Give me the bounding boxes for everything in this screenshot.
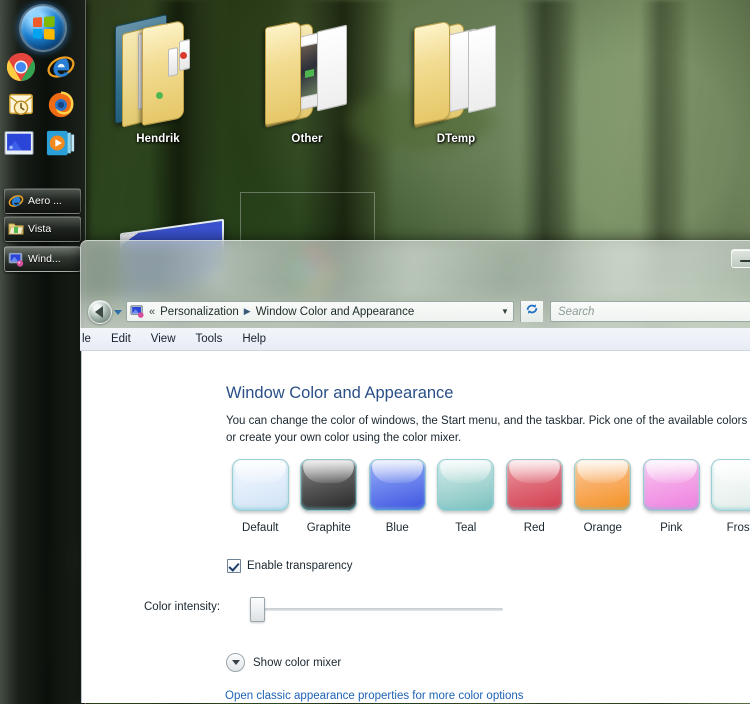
refresh-icon <box>525 302 539 321</box>
swatch-chip[interactable] <box>505 459 563 511</box>
enable-transparency-checkbox[interactable] <box>227 559 241 573</box>
color-swatch-default[interactable]: Default <box>226 459 295 534</box>
start-button[interactable] <box>21 6 65 50</box>
windows-media-player-icon[interactable] <box>46 128 76 158</box>
color-swatch-graphite[interactable]: Graphite <box>295 459 364 534</box>
titlebar-glass-reflection <box>82 242 750 298</box>
enable-transparency-label: Enable transparency <box>247 560 353 572</box>
search-input[interactable]: Search <box>550 301 750 322</box>
minimize-button[interactable] <box>731 249 750 268</box>
color-intensity-slider-track[interactable] <box>259 608 503 611</box>
classic-appearance-link[interactable]: Open classic appearance properties for m… <box>225 690 524 702</box>
color-swatch-blue[interactable]: Blue <box>363 459 432 534</box>
folder-icon <box>252 8 362 133</box>
color-swatch-red[interactable]: Red <box>500 459 569 534</box>
folder-icon <box>401 8 511 133</box>
menu-tools[interactable]: Tools <box>186 328 233 351</box>
breadcrumb-overflow-icon[interactable]: « <box>149 306 155 318</box>
search-placeholder: Search <box>558 305 595 318</box>
swatch-chip[interactable] <box>437 459 495 511</box>
address-bar[interactable]: « Personalization ▶ Window Color and App… <box>126 301 514 322</box>
desktop-icon-label: Other <box>291 133 323 145</box>
show-desktop-icon[interactable] <box>4 128 34 158</box>
desktop-icon-other[interactable]: Other <box>252 8 362 145</box>
refresh-button[interactable] <box>520 301 543 322</box>
menu-file[interactable]: le <box>80 328 101 351</box>
taskbar-button-window-color[interactable]: Wind... <box>4 246 81 272</box>
color-swatch-label: Graphite <box>306 522 351 534</box>
internet-explorer-icon[interactable] <box>46 52 76 82</box>
show-color-mixer-label: Show color mixer <box>253 656 342 669</box>
user-folder-icon <box>103 8 213 133</box>
color-swatch-pink[interactable]: Pink <box>637 459 706 534</box>
menu-help[interactable]: Help <box>232 328 276 351</box>
color-swatch-label: Default <box>242 522 279 534</box>
menu-edit[interactable]: Edit <box>101 328 141 351</box>
firefox-icon[interactable] <box>46 89 76 119</box>
color-swatch-frost[interactable]: Frost <box>706 459 750 534</box>
internet-explorer-icon <box>8 193 24 209</box>
desktop-icon-dtemp[interactable]: DTemp <box>401 8 511 145</box>
personalization-icon <box>130 304 145 319</box>
taskbar-button-label: Wind... <box>28 253 61 265</box>
swatch-chip[interactable] <box>711 459 750 511</box>
swatch-chip[interactable] <box>231 459 289 511</box>
windows-logo-icon <box>33 16 55 40</box>
menu-bar[interactable]: le Edit View Tools Help <box>80 328 750 351</box>
breadcrumb-separator-icon: ▶ <box>243 306 251 316</box>
color-swatch-label: Pink <box>660 522 683 534</box>
color-swatch-label: Frost <box>726 522 750 534</box>
navigation-bar[interactable]: « Personalization ▶ Window Color and App… <box>80 298 750 325</box>
breadcrumb-personalization[interactable]: Personalization <box>160 306 239 318</box>
swatch-chip[interactable] <box>642 459 700 511</box>
window-color-and-appearance-window[interactable]: « Personalization ▶ Window Color and App… <box>80 240 750 704</box>
color-swatch-label: Orange <box>583 522 622 534</box>
taskbar[interactable]: Aero ... Vista Wind... <box>0 0 86 704</box>
taskbar-button-label: Aero ... <box>28 195 62 207</box>
outlook-icon[interactable] <box>6 89 36 119</box>
taskbar-button-aero[interactable]: Aero ... <box>4 188 81 214</box>
content-pane: Window Color and Appearance You can chan… <box>81 351 750 703</box>
page-title: Window Color and Appearance <box>226 384 454 402</box>
color-swatch-list: Default Graphite Blue Teal Red Orange Pi… <box>226 459 750 534</box>
chevron-down-icon[interactable]: ▼ <box>497 307 513 316</box>
enable-transparency-row[interactable]: Enable transparency <box>227 559 352 573</box>
color-swatch-teal[interactable]: Teal <box>432 459 501 534</box>
swatch-chip[interactable] <box>368 459 426 511</box>
taskbar-button-vista[interactable]: Vista <box>4 216 81 242</box>
swatch-chip[interactable] <box>300 459 358 511</box>
menu-view[interactable]: View <box>141 328 186 351</box>
color-swatch-label: Teal <box>455 522 477 534</box>
show-color-mixer-button[interactable]: Show color mixer <box>226 653 341 672</box>
color-swatch-orange[interactable]: Orange <box>569 459 638 534</box>
chrome-icon[interactable] <box>6 52 36 82</box>
taskbar-button-label: Vista <box>28 223 52 235</box>
color-intensity-slider-thumb[interactable] <box>250 597 265 622</box>
swatch-chip[interactable] <box>574 459 632 511</box>
desktop-icon-label: DTemp <box>436 133 476 145</box>
desktop-icon-label: Hendrik <box>136 133 180 145</box>
color-swatch-label: Blue <box>385 522 409 534</box>
chevron-down-icon[interactable] <box>226 653 245 672</box>
page-description: You can change the color of windows, the… <box>226 415 748 444</box>
folder-icon <box>8 221 24 237</box>
color-swatch-label: Red <box>523 522 545 534</box>
breadcrumb-window-color[interactable]: Window Color and Appearance <box>256 306 415 318</box>
personalization-icon <box>8 251 24 267</box>
recent-pages-dropdown[interactable] <box>112 301 124 323</box>
desktop-icon-hendrik[interactable]: Hendrik <box>103 8 213 145</box>
color-intensity-label: Color intensity: <box>144 601 221 613</box>
back-button[interactable] <box>88 299 112 324</box>
